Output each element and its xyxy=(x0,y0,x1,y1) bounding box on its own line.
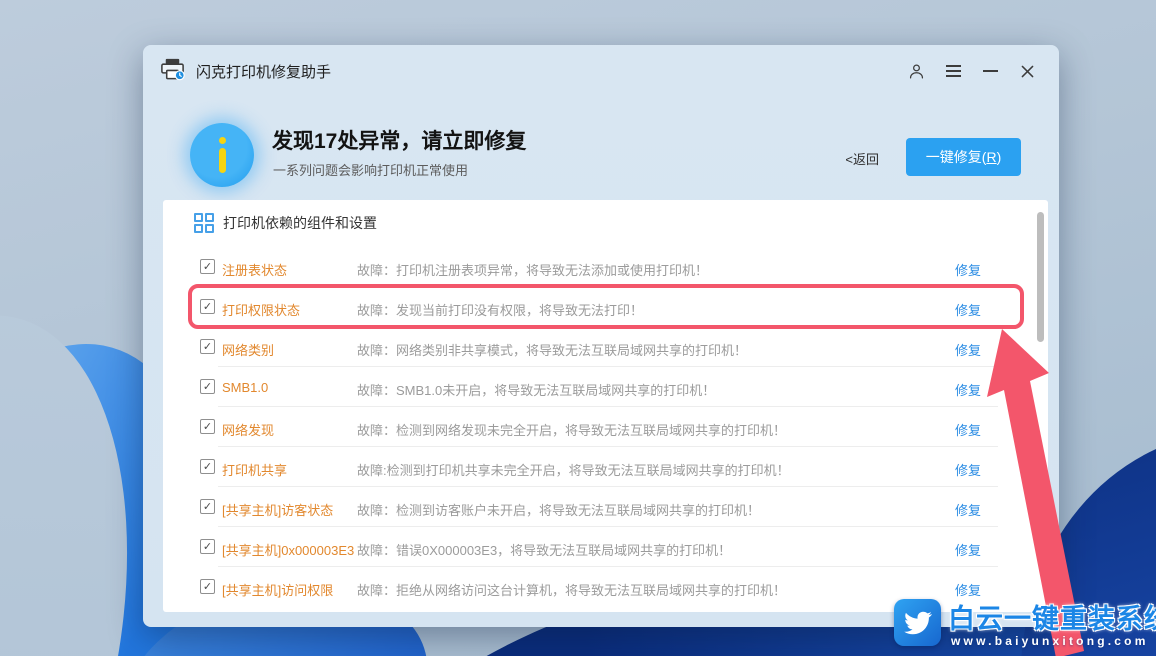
info-icon xyxy=(190,123,254,187)
close-icon xyxy=(1019,63,1036,80)
scrollbar-thumb[interactable] xyxy=(1037,212,1044,342)
fix-link[interactable]: 修复 xyxy=(955,300,981,319)
issue-checkbox[interactable]: ✓ xyxy=(200,339,215,354)
issue-row: ✓ 网络类别 故障：网络类别非共享模式，将导致无法互联局域网共享的打印机！ 修复 xyxy=(163,327,1048,367)
issue-label: [共享主机]0x000003E3 xyxy=(222,540,354,559)
issue-checkbox[interactable]: ✓ xyxy=(200,419,215,434)
close-button[interactable] xyxy=(1015,59,1039,83)
minimize-button[interactable] xyxy=(978,59,1002,83)
one-click-repair-button[interactable]: 一键修复(R) xyxy=(906,138,1021,176)
issue-list: ✓ 注册表状态 故障：打印机注册表项异常，将导致无法添加或使用打印机！ 修复 ✓… xyxy=(163,247,1048,607)
issue-description: 故障：检测到访客账户未开启，将导致无法互联局域网共享的打印机！ xyxy=(357,500,760,519)
issue-checkbox[interactable]: ✓ xyxy=(200,579,215,594)
issue-checkbox[interactable]: ✓ xyxy=(200,459,215,474)
fix-link[interactable]: 修复 xyxy=(955,260,981,279)
section-title: 打印机依赖的组件和设置 xyxy=(223,213,377,233)
fix-link[interactable]: 修复 xyxy=(955,460,981,479)
issue-description: 故障：拒绝从网络访问这台计算机，将导致无法互联局域网共享的打印机！ xyxy=(357,580,786,599)
app-title: 闪克打印机修复助手 xyxy=(196,61,331,82)
issue-label: 网络类别 xyxy=(222,340,274,359)
issue-row: ✓ 注册表状态 故障：打印机注册表项异常，将导致无法添加或使用打印机！ 修复 xyxy=(163,247,1048,287)
fix-link[interactable]: 修复 xyxy=(955,500,981,519)
issue-checkbox[interactable]: ✓ xyxy=(200,379,215,394)
issue-row: ✓ 打印权限状态 故障：发现当前打印没有权限，将导致无法打印！ 修复 xyxy=(163,287,1048,327)
repair-button-label-suffix: ) xyxy=(997,149,1002,165)
watermark-url: www.baiyunxitong.com xyxy=(948,634,1156,648)
issue-description: 故障：SMB1.0未开启，将导致无法互联局域网共享的打印机！ xyxy=(357,380,715,399)
repair-button-hotkey: R xyxy=(986,149,996,165)
back-link[interactable]: <返回 xyxy=(845,149,879,168)
issue-description: 故障:检测到打印机共享未完全开启，将导致无法互联局域网共享的打印机！ xyxy=(357,460,790,479)
issue-row: ✓ 打印机共享 故障:检测到打印机共享未完全开启，将导致无法互联局域网共享的打印… xyxy=(163,447,1048,487)
watermark-title: 白云一键重装系统 xyxy=(948,597,1156,636)
fix-link[interactable]: 修复 xyxy=(955,420,981,439)
user-icon xyxy=(907,62,926,81)
menu-button[interactable] xyxy=(941,59,965,83)
issues-panel: 打印机依赖的组件和设置 ✓ 注册表状态 故障：打印机注册表项异常，将导致无法添加… xyxy=(163,200,1048,612)
issue-label: 注册表状态 xyxy=(222,260,287,279)
desktop: 闪克打印机修复助手 xyxy=(0,0,1156,656)
issue-description: 故障：发现当前打印没有权限，将导致无法打印！ xyxy=(357,300,643,319)
issue-row: ✓ 网络发现 故障：检测到网络发现未完全开启，将导致无法互联局域网共享的打印机！… xyxy=(163,407,1048,447)
app-window: 闪克打印机修复助手 xyxy=(143,45,1059,627)
summary-header: 发现17处异常，请立即修复 一系列问题会影响打印机正常使用 <返回 一键修复(R… xyxy=(143,97,1059,200)
printer-app-icon xyxy=(159,57,186,86)
components-grid-icon xyxy=(194,213,214,233)
section-header: 打印机依赖的组件和设置 xyxy=(194,213,377,233)
fix-link[interactable]: 修复 xyxy=(955,340,981,359)
issue-checkbox[interactable]: ✓ xyxy=(200,259,215,274)
issue-row: ✓ [共享主机]访客状态 故障：检测到访客账户未开启，将导致无法互联局域网共享的… xyxy=(163,487,1048,527)
menu-icon xyxy=(946,65,961,77)
repair-button-label: 一键修复( xyxy=(926,147,987,167)
issue-label: 打印机共享 xyxy=(222,460,287,479)
issue-checkbox[interactable]: ✓ xyxy=(200,499,215,514)
issue-label: [共享主机]访客状态 xyxy=(222,500,333,519)
summary-subtitle: 一系列问题会影响打印机正常使用 xyxy=(273,160,468,179)
issue-label: SMB1.0 xyxy=(222,380,268,395)
user-button[interactable] xyxy=(904,59,928,83)
twitter-bird-icon xyxy=(894,599,941,646)
issue-label: [共享主机]访问权限 xyxy=(222,580,333,599)
issue-description: 故障：网络类别非共享模式，将导致无法互联局域网共享的打印机！ xyxy=(357,340,747,359)
issue-label: 打印权限状态 xyxy=(222,300,300,319)
summary-title: 发现17处异常，请立即修复 xyxy=(272,125,526,155)
issue-checkbox[interactable]: ✓ xyxy=(200,299,215,314)
minimize-icon xyxy=(983,70,998,72)
titlebar[interactable]: 闪克打印机修复助手 xyxy=(143,45,1059,97)
issue-label: 网络发现 xyxy=(222,420,274,439)
issue-checkbox[interactable]: ✓ xyxy=(200,539,215,554)
issue-row: ✓ [共享主机]0x000003E3 故障：错误0X000003E3，将导致无法… xyxy=(163,527,1048,567)
issue-description: 故障：打印机注册表项异常，将导致无法添加或使用打印机！ xyxy=(357,260,708,279)
issue-row: ✓ SMB1.0 故障：SMB1.0未开启，将导致无法互联局域网共享的打印机！ … xyxy=(163,367,1048,407)
issue-description: 故障：错误0X000003E3，将导致无法互联局域网共享的打印机！ xyxy=(357,540,731,559)
fix-link[interactable]: 修复 xyxy=(955,380,981,399)
issue-description: 故障：检测到网络发现未完全开启，将导致无法互联局域网共享的打印机！ xyxy=(357,420,786,439)
watermark: 白云一键重装系统 www.baiyunxitong.com xyxy=(894,597,1156,648)
fix-link[interactable]: 修复 xyxy=(955,540,981,559)
